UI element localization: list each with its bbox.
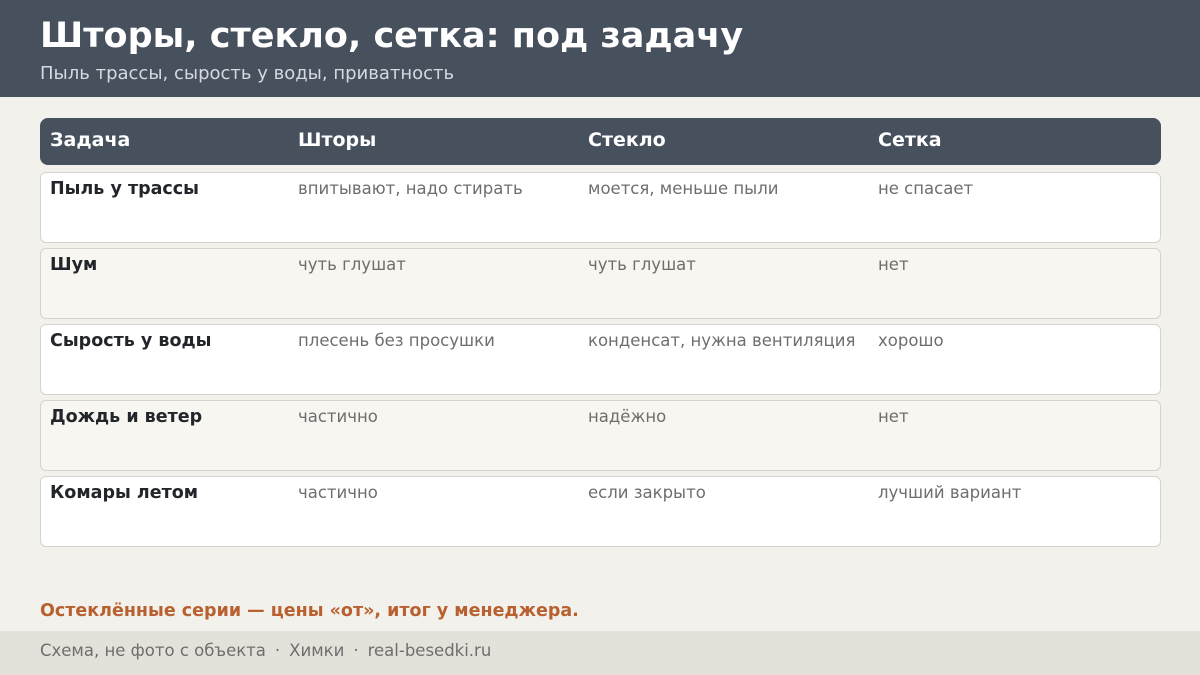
table-row: Комары летом частично если закрыто лучши… [40, 476, 1161, 547]
task-cell: Комары летом [50, 483, 199, 503]
glass-cell: надёжно [588, 407, 667, 426]
footer-separator: · [353, 641, 359, 660]
table-row: Сырость у воды плесень без просушки конд… [40, 324, 1161, 395]
curtains-cell: плесень без просушки [298, 331, 495, 350]
glass-cell: конденсат, нужна вентиляция [588, 331, 856, 350]
table-row: Пыль у трассы впитывают, надо стирать мо… [40, 172, 1161, 243]
footer-bar: Схема, не фото с объекта · Химки · real-bese… [0, 631, 1200, 675]
table-row: Дождь и ветер частично надёжно нет [40, 400, 1161, 471]
footer-separator: · [274, 641, 281, 660]
page-title: Шторы, стекло, сетка: под задачу [40, 16, 744, 56]
mesh-cell: нет [878, 255, 909, 274]
task-cell: Дождь и ветер [50, 407, 203, 427]
task-cell: Шум [50, 255, 98, 275]
footer-disclaimer: Схема, не фото с объекта [40, 641, 266, 660]
curtains-cell: частично [298, 483, 378, 502]
curtains-cell: впитывают, надо стирать [298, 179, 523, 198]
footer-city: Химки [289, 641, 345, 660]
column-header-glass: Стекло [588, 129, 666, 151]
footer-text: Схема, не фото с объекта · Химки · real-bese… [40, 631, 491, 671]
column-header-mesh: Сетка [878, 129, 942, 151]
glass-cell: моется, меньше пыли [588, 179, 779, 198]
curtains-cell: чуть глушат [298, 255, 406, 274]
mesh-cell: не спасает [878, 179, 974, 198]
glass-cell: чуть глушат [588, 255, 696, 274]
header-bar: Шторы, стекло, сетка: под задачу Пыль тр… [0, 0, 1200, 97]
mesh-cell: хорошо [878, 331, 944, 350]
table-row: Шум чуть глушат чуть глушат нет [40, 248, 1161, 319]
column-header-curtains: Шторы [298, 129, 377, 151]
task-cell: Пыль у трассы [50, 179, 199, 199]
mesh-cell: лучший вариант [878, 483, 1022, 502]
mesh-cell: нет [878, 407, 909, 426]
glass-cell: если закрыто [588, 483, 706, 502]
footer-site-link[interactable]: real-besedki.ru [368, 641, 492, 660]
page-subtitle: Пыль трассы, сырость у воды, приватность [40, 63, 455, 84]
column-header-task: Задача [50, 129, 131, 151]
task-cell: Сырость у воды [50, 331, 212, 351]
table-header: Задача Шторы Стекло Сетка [40, 118, 1161, 165]
pricing-note: Остеклённые серии — цены «от», итог у ме… [40, 601, 579, 621]
curtains-cell: частично [298, 407, 378, 426]
